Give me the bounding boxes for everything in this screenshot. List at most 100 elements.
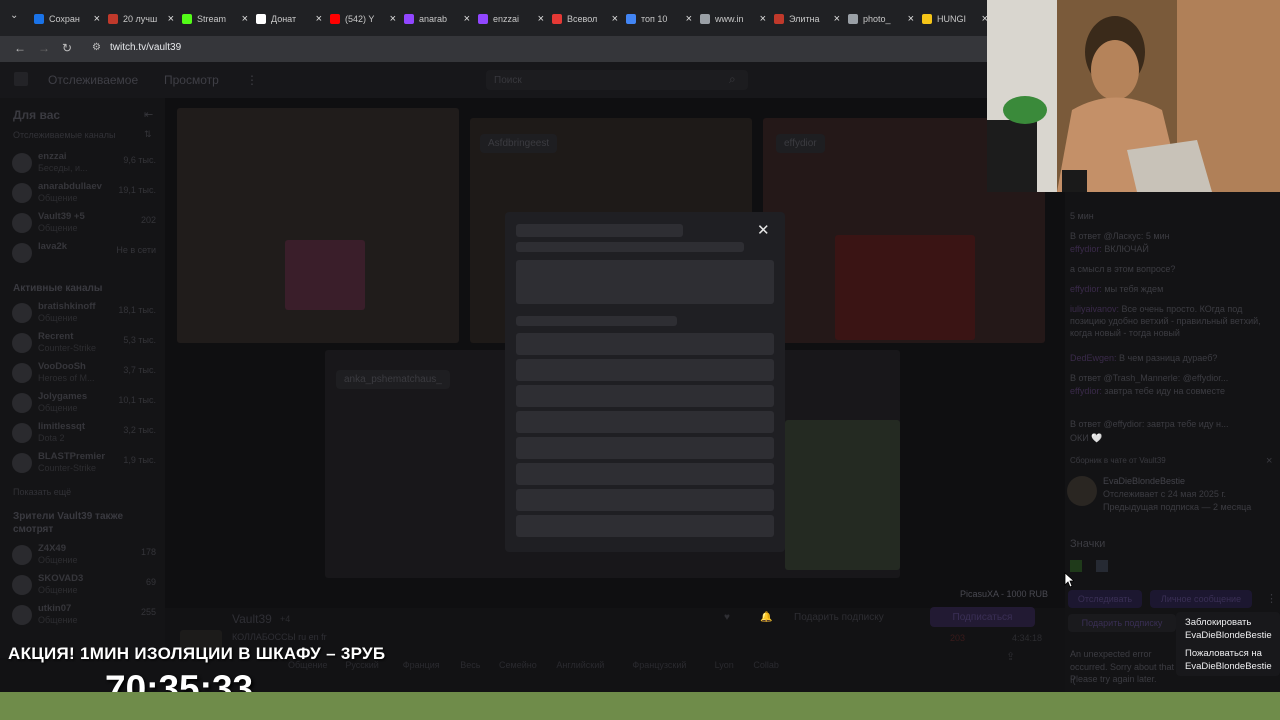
tab-close-icon[interactable]: × (686, 13, 692, 25)
tab-close-icon[interactable]: × (94, 13, 100, 25)
browser-tab[interactable]: anarab × (404, 8, 470, 30)
sidebar-channel[interactable]: bratishkinoff Общение 18,1 тыс. (10, 300, 160, 326)
stream-tag[interactable]: Английский (556, 660, 604, 670)
reload-icon[interactable]: ↻ (62, 41, 72, 55)
nav-following[interactable]: Отслеживаемое (48, 73, 138, 87)
tab-close-icon[interactable]: × (538, 13, 544, 25)
forward-arrow-icon[interactable]: → (38, 41, 50, 55)
sidebar-channel[interactable]: enzzai Беседы, и... 9,6 тыс. (10, 150, 160, 176)
twitch-logo-icon[interactable] (14, 72, 28, 86)
browser-tab[interactable]: (542) Y × (330, 8, 396, 30)
user-card-close-icon[interactable]: × (1266, 455, 1272, 467)
tile-tag-1[interactable]: Asfdbringeest (480, 134, 558, 153)
sidebar-channel[interactable]: lava2k Не в сети (10, 240, 160, 266)
stream-tag[interactable]: Семейно (499, 660, 537, 670)
tile-tag-2[interactable]: effydior (776, 134, 825, 153)
tab-close-icon[interactable]: × (760, 13, 766, 25)
chat-username[interactable]: DedEwgen: (1070, 353, 1117, 363)
user-card-name[interactable]: EvaDieBlondeBestie (1103, 476, 1280, 486)
tab-close-icon[interactable]: × (168, 13, 174, 25)
tile-tag-3[interactable]: anka_pshematchaus_ (336, 370, 450, 389)
browser-tab[interactable]: Stream × (182, 8, 248, 30)
more-dots-icon[interactable]: ⋮ (246, 73, 258, 87)
sidebar-channel[interactable]: anarabdullaev Общение 19,1 тыс. (10, 180, 160, 206)
badge-icon-2[interactable] (1096, 560, 1108, 572)
tab-favicon-icon (848, 14, 858, 24)
collapse-sidebar-icon[interactable]: ⇤ (144, 108, 153, 121)
share-icon[interactable]: ⇪ (1006, 650, 1015, 663)
gift-user-sub-button[interactable]: Подарить подписку (1068, 614, 1176, 632)
tab-favicon-icon (330, 14, 340, 24)
block-menu-item[interactable]: Заблокировать (1185, 616, 1251, 629)
heart-icon[interactable]: ♥ (724, 612, 730, 623)
tab-close-icon[interactable]: × (612, 13, 618, 25)
channel-viewers: 19,1 тыс. (118, 185, 156, 195)
gift-sub-button[interactable]: Подарить подписку (794, 612, 884, 623)
back-arrow-icon[interactable]: ← (14, 41, 26, 55)
search-input[interactable] (486, 70, 748, 90)
browser-tab[interactable]: 20 лучш × (108, 8, 174, 30)
url-text[interactable]: twitch.tv/vault39 (110, 42, 181, 53)
follow-user-button[interactable]: Отследивать (1068, 590, 1142, 608)
modal-close-icon[interactable]: ✕ (757, 221, 770, 239)
skeleton-row (516, 437, 774, 459)
tab-close-icon[interactable]: × (464, 13, 470, 25)
stream-tag[interactable]: Весь (460, 660, 480, 670)
chat-username[interactable]: effydior: (1070, 284, 1102, 294)
channel-name: lava2k (38, 241, 68, 252)
browser-tab[interactable]: Элитна × (774, 8, 840, 30)
streamer-name[interactable]: Vault39 (232, 612, 272, 626)
subscribe-button[interactable]: Подписаться (930, 607, 1035, 627)
block-menu-username[interactable]: EvaDieBlondeBestie (1185, 629, 1272, 642)
chat-username[interactable]: iuliyaivanov: (1070, 304, 1119, 314)
chat-username[interactable]: effydior: (1070, 386, 1102, 396)
browser-tab[interactable]: Всевол × (552, 8, 618, 30)
browser-tab[interactable]: HUNGI × (922, 8, 988, 30)
sidebar-channel[interactable]: utkin07 Общение 255 (10, 602, 160, 628)
sidebar-channel[interactable]: Jolygames Общение 10,1 тыс. (10, 390, 160, 416)
user-card-header: Сборник в чате от Vault39 (1070, 456, 1166, 465)
sidebar-channel[interactable]: VooDooSh Heroes of M... 3,7 тыс. (10, 360, 160, 386)
sidebar-channel[interactable]: SKOVAD3 Общение 69 (10, 572, 160, 598)
browser-tab[interactable]: топ 10 × (626, 8, 692, 30)
tab-label: Stream (197, 14, 227, 24)
browser-tab[interactable]: Сохран × (34, 8, 100, 30)
sidebar-channel[interactable]: Recrent Counter-Strike 5,3 тыс. (10, 330, 160, 356)
user-card-prev-sub: Предыдущая подписка — 2 месяца (1103, 502, 1252, 512)
sidebar-channel[interactable]: BLASTPremier Counter-Strike 1,9 тыс. (10, 450, 160, 476)
browser-tab[interactable]: photo_ × (848, 8, 914, 30)
channel-name: anarabdullaev (38, 181, 102, 192)
stream-tag[interactable]: Lyon (715, 660, 734, 670)
site-info-icon[interactable]: ⚙ (92, 42, 101, 53)
message-user-button[interactable]: Личное сообщение (1150, 590, 1252, 608)
chat-username[interactable]: effydior: (1070, 244, 1102, 254)
nav-browse[interactable]: Просмотр (164, 73, 219, 87)
tile-4-person (785, 420, 900, 570)
user-card-more-icon[interactable]: ⋮ (1266, 592, 1277, 605)
sort-icon[interactable]: ⇅ (144, 129, 152, 140)
tab-search-chevron-icon[interactable]: ⌄ (10, 10, 18, 21)
tab-close-icon[interactable]: × (908, 13, 914, 25)
tab-close-icon[interactable]: × (390, 13, 396, 25)
search-icon[interactable]: ⌕ (729, 72, 736, 87)
browser-tab[interactable]: www.in × (700, 8, 766, 30)
show-more-link[interactable]: Показать ещё (13, 487, 71, 497)
browser-tab[interactable]: enzzai × (478, 8, 544, 30)
sidebar-channel[interactable]: Z4X49 Общение 178 (10, 542, 160, 568)
report-menu-item[interactable]: Пожаловаться на (1185, 647, 1262, 660)
bell-icon[interactable]: 🔔 (760, 612, 772, 623)
tab-close-icon[interactable]: × (834, 13, 840, 25)
sidebar-channel[interactable]: limitlessqt Dota 2 3,2 тыс. (10, 420, 160, 446)
stream-tag[interactable]: Collab (753, 660, 779, 670)
stream-tag[interactable]: Франция (403, 660, 440, 670)
tab-label: Донат (271, 14, 297, 24)
browser-tab[interactable]: Донат × (256, 8, 322, 30)
tab-close-icon[interactable]: × (242, 13, 248, 25)
channel-name: bratishkinoff (38, 301, 96, 312)
stream-tag[interactable]: Французский (632, 660, 686, 670)
report-menu-username[interactable]: EvaDieBlondeBestie (1185, 660, 1272, 673)
chat-text: В ответ @effydior: завтра тебе иду н... (1070, 419, 1229, 429)
badge-icon-1[interactable] (1070, 560, 1082, 572)
tab-close-icon[interactable]: × (316, 13, 322, 25)
sidebar-channel[interactable]: Vault39 +5 Общение 202 (10, 210, 160, 236)
